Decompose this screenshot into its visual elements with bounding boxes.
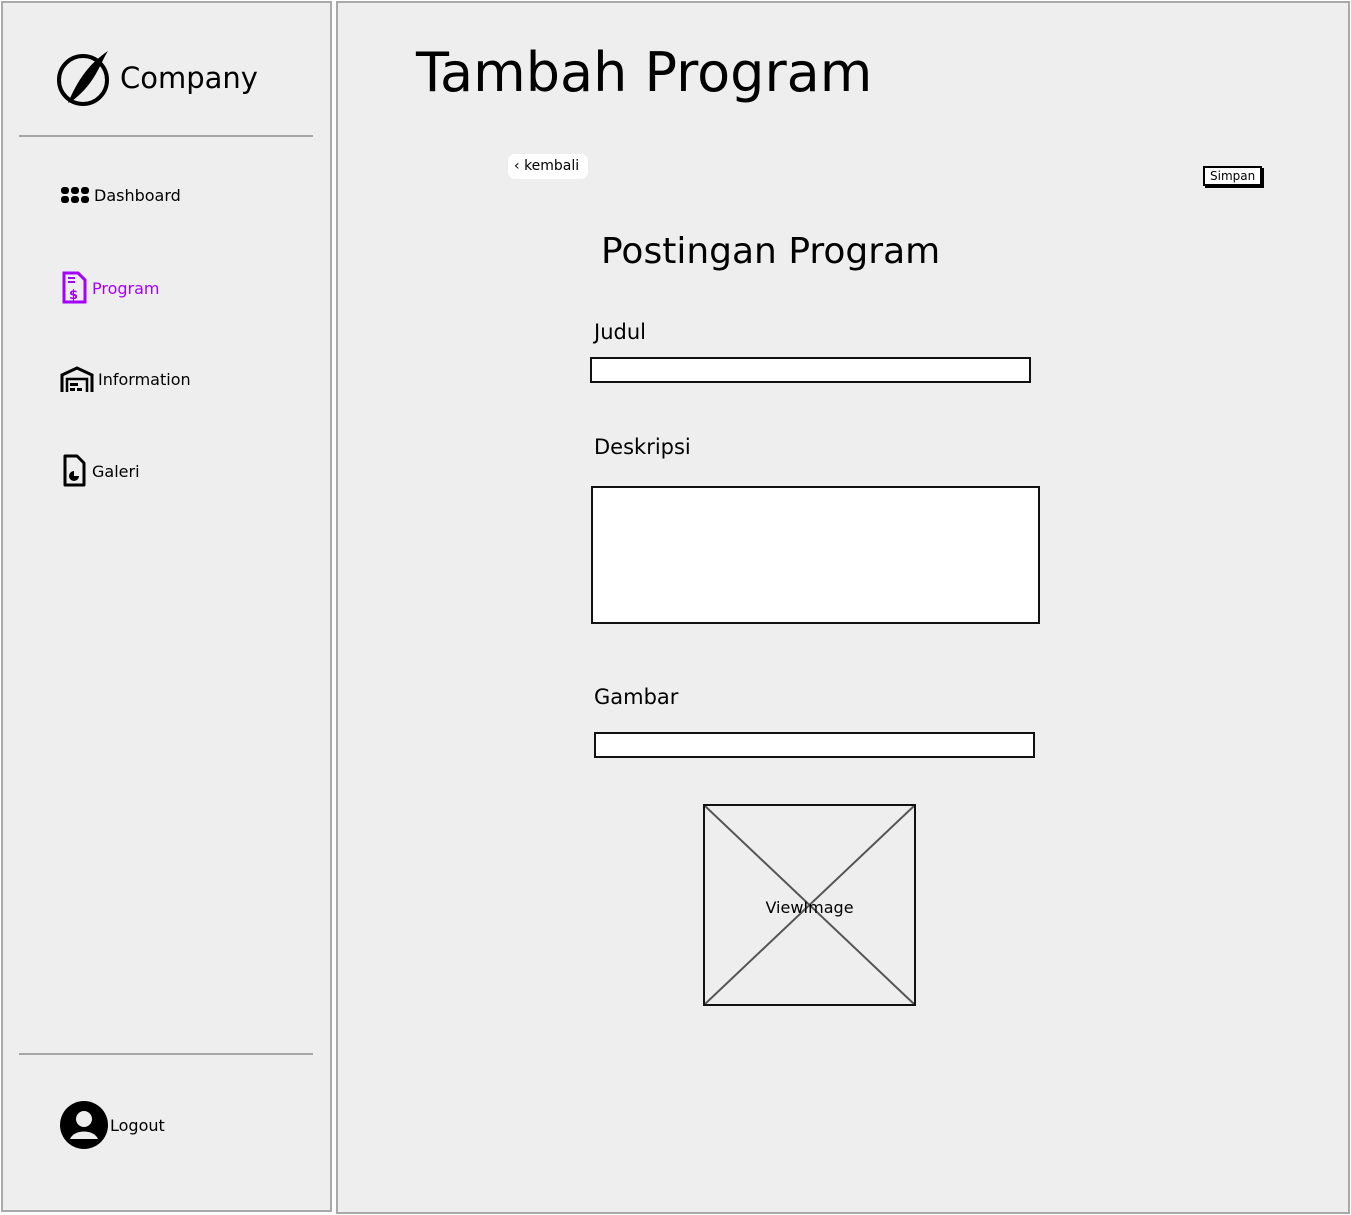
main-content: Tambah Program ‹ kembali Simpan Postinga… (336, 1, 1350, 1214)
sidebar-item-program[interactable]: $ Program (60, 271, 160, 305)
gambar-label: Gambar (594, 685, 679, 709)
divider (19, 135, 313, 137)
chevron-left-icon: ‹ (514, 158, 525, 174)
svg-text:$: $ (69, 288, 78, 303)
brand-name: Company (120, 61, 258, 95)
logout-button[interactable]: Logout (60, 1101, 165, 1149)
sidebar-item-label: Program (92, 278, 160, 298)
sidebar-item-label: Information (98, 369, 191, 389)
back-label: kembali (524, 158, 580, 174)
form-title: Postingan Program (601, 231, 941, 272)
brand-logo: Company (56, 49, 258, 107)
sidebar-item-information[interactable]: Information (60, 365, 191, 393)
deskripsi-label: Deskripsi (594, 435, 691, 459)
judul-label: Judul (594, 320, 646, 344)
sidebar-item-label: Dashboard (94, 185, 181, 205)
judul-input[interactable] (590, 357, 1031, 383)
deskripsi-textarea[interactable] (591, 486, 1040, 624)
sidebar: Company Dashboard $ Program Information … (1, 1, 332, 1212)
sidebar-item-galeri[interactable]: Galeri (60, 454, 140, 488)
page-title: Tambah Program (416, 41, 873, 104)
sidebar-item-dashboard[interactable]: Dashboard (60, 185, 181, 205)
feather-logo-icon (57, 51, 109, 106)
invoice-icon: $ (62, 271, 87, 304)
image-placeholder: ViewImage (703, 804, 916, 1006)
user-avatar-icon (60, 1101, 108, 1149)
save-button[interactable]: Simpan (1203, 166, 1263, 186)
image-placeholder-label: ViewImage (765, 898, 854, 917)
divider (19, 1053, 313, 1055)
gambar-input[interactable] (594, 732, 1035, 758)
logout-label: Logout (110, 1115, 165, 1135)
file-chart-icon (63, 454, 86, 487)
grid-icon (61, 187, 89, 203)
sidebar-item-label: Galeri (92, 461, 140, 481)
back-button[interactable]: ‹ kembali (508, 154, 589, 179)
warehouse-icon (60, 366, 94, 392)
